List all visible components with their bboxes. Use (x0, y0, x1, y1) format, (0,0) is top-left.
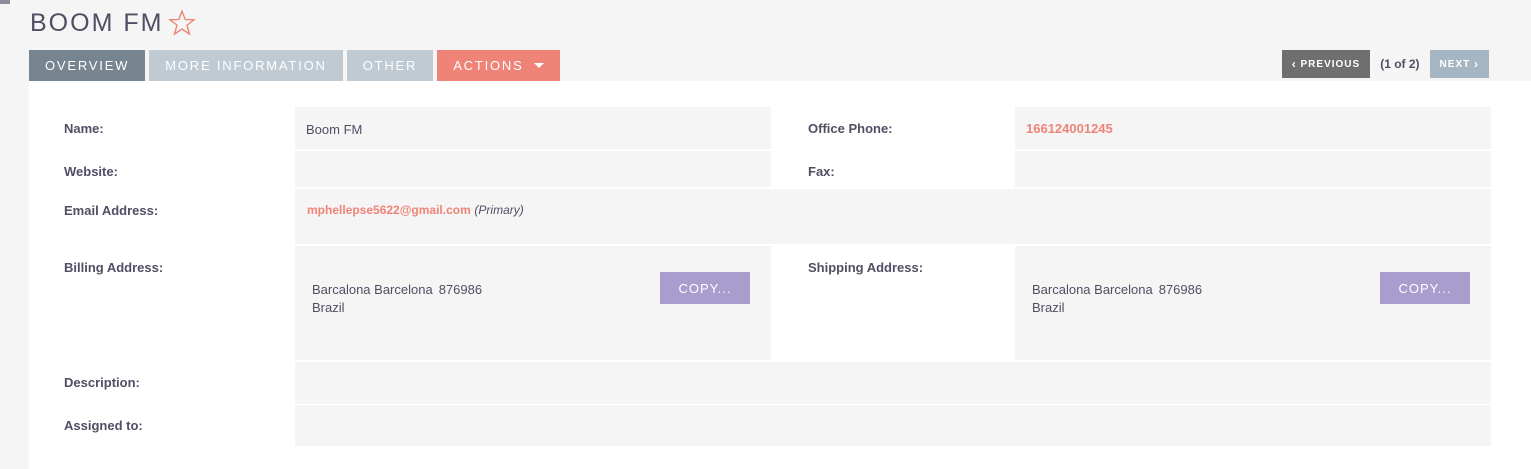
email-primary-tag: (Primary) (474, 203, 524, 217)
record-pager: ‹ PREVIOUS (1 of 2) NEXT › (1281, 50, 1489, 78)
billing-zip: 876986 (438, 282, 483, 297)
description-field (295, 362, 1491, 404)
pager-count: (1 of 2) (1380, 57, 1420, 71)
page-title: BOOM FM (30, 8, 164, 37)
assigned-to-label: Assigned to: (64, 418, 143, 433)
website-field (295, 151, 771, 187)
copy-shipping-button[interactable]: COPY... (1380, 272, 1470, 304)
billing-address-value: Barcalona Barcelona 876986 Brazil (312, 281, 482, 317)
chevron-right-icon: › (1474, 57, 1479, 71)
corner-mark (0, 0, 10, 4)
name-label: Name: (64, 121, 104, 136)
description-label: Description: (64, 375, 140, 390)
tab-bar: OVERVIEW MORE INFORMATION OTHER ACTIONS (29, 50, 564, 81)
next-button[interactable]: NEXT › (1429, 50, 1489, 78)
shipping-country: Brazil (1032, 300, 1065, 315)
billing-address-label: Billing Address: (64, 260, 164, 275)
email-value: mphellepse5622@gmail.com (Primary) (307, 202, 524, 217)
billing-country: Brazil (312, 300, 345, 315)
billing-street: Barcalona Barcelona (312, 282, 433, 297)
billing-address-field: Barcalona Barcelona 876986 Brazil COPY... (295, 246, 771, 360)
office-phone-link[interactable]: 166124001245 (1026, 121, 1113, 136)
shipping-address-field: Barcalona Barcelona 876986 Brazil COPY... (1015, 246, 1491, 360)
tab-more-information[interactable]: MORE INFORMATION (149, 50, 343, 81)
caret-down-icon (533, 63, 544, 68)
previous-button[interactable]: ‹ PREVIOUS (1281, 50, 1371, 78)
website-label: Website: (64, 164, 118, 179)
shipping-street: Barcalona Barcelona (1032, 282, 1153, 297)
fax-field (1015, 151, 1491, 187)
email-field: mphellepse5622@gmail.com (Primary) (295, 189, 1491, 244)
shipping-address-value: Barcalona Barcelona 876986 Brazil (1032, 281, 1202, 317)
shipping-zip: 876986 (1158, 282, 1203, 297)
chevron-left-icon: ‹ (1291, 57, 1297, 71)
office-phone-field: 166124001245 (1015, 107, 1491, 149)
tab-other[interactable]: OTHER (346, 50, 434, 81)
email-label: Email Address: (64, 203, 159, 218)
office-phone-label: Office Phone: (808, 121, 893, 136)
tab-actions[interactable]: ACTIONS (437, 50, 560, 81)
fax-label: Fax: (808, 164, 835, 179)
copy-billing-button[interactable]: COPY... (660, 272, 750, 304)
name-field: Boom FM (295, 107, 771, 149)
name-value: Boom FM (306, 122, 363, 137)
title-row: BOOM FM (30, 6, 197, 40)
tab-overview[interactable]: OVERVIEW (29, 50, 146, 81)
detail-panel: Name: Boom FM Office Phone: 166124001245… (29, 81, 1531, 469)
star-outline-icon[interactable] (167, 8, 197, 38)
email-link[interactable]: mphellepse5622@gmail.com (307, 203, 471, 217)
assigned-to-field (295, 405, 1491, 446)
shipping-address-label: Shipping Address: (808, 260, 924, 275)
